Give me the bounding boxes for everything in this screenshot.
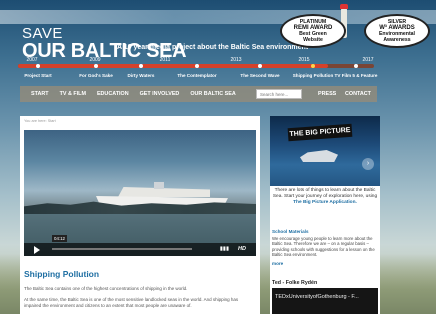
award-line4: Awareness	[383, 37, 411, 43]
volume-icon[interactable]: ▮▮▮	[220, 246, 229, 252]
chevron-right-icon[interactable]: ›	[362, 158, 374, 170]
timeline-year: 2017	[362, 57, 374, 63]
timeline-year: 2007	[26, 57, 38, 63]
timeline-year: 2013	[230, 57, 242, 63]
video-controls: 04:12 ▮▮▮ HD	[24, 235, 256, 256]
big-picture-banner[interactable]: THE BIG PICTURE ›	[270, 116, 380, 186]
sidebar: THE BIG PICTURE › There are lots of thin…	[270, 116, 380, 314]
article-paragraph: The Baltic Sea contains one of the highe…	[24, 286, 188, 291]
video-player[interactable]: 04:12 ▮▮▮ HD	[24, 130, 256, 256]
award-badge-silver-w3: SILVER W³ AWARDS Environmental Awareness	[364, 14, 430, 48]
nav-press[interactable]: PRESS	[318, 91, 336, 97]
big-picture-label: THE BIG PICTURE	[287, 123, 353, 142]
ted-heading: Ted - Folke Rydén	[272, 280, 318, 286]
timeline-dot[interactable]	[139, 64, 143, 68]
ted-video-title: TEDxUniversityofGothenburg - F...	[275, 294, 359, 300]
timeline-dot[interactable]	[258, 64, 262, 68]
video-seek-bar[interactable]	[52, 248, 192, 250]
ted-video-player[interactable]: TEDxUniversityofGothenburg - F...	[272, 288, 378, 314]
play-icon[interactable]	[34, 246, 40, 254]
breadcrumb: You are here: Start	[24, 119, 56, 123]
main-navigation: START TV & FILM EDUCATION GET INVOLVED O…	[20, 86, 377, 102]
timeline-year: 2011	[159, 57, 171, 63]
big-picture-text: There are lots of things to learn about …	[272, 188, 378, 199]
search-input[interactable]: Search here...	[256, 89, 302, 99]
school-materials-text: We encourage young people to learn more …	[272, 236, 375, 257]
article-paragraph: At the same time, the Baltic Sea is one …	[24, 297, 239, 308]
logo-line1: SAVE	[22, 25, 63, 42]
timeline-dot[interactable]	[36, 64, 40, 68]
timeline-year: 2015	[298, 57, 310, 63]
article-body: The Baltic Sea contains one of the highe…	[24, 286, 254, 309]
timeline-progress-fill	[18, 64, 328, 68]
timeline-episode-link[interactable]: Project Start	[8, 73, 68, 79]
page-title: Shipping Pollution	[24, 269, 100, 279]
big-picture-link[interactable]: The Big Picture Application.	[293, 200, 357, 205]
timeline-dot[interactable]	[354, 64, 358, 68]
boat-image	[300, 150, 338, 162]
nav-get-involved[interactable]: GET INVOLVED	[140, 91, 180, 97]
nav-contact[interactable]: CONTACT	[345, 91, 371, 97]
site-tagline: A 10 year media project about the Baltic…	[117, 44, 309, 51]
main-content: You are here: Start 04:12 ▮▮▮ HD Shippin…	[20, 116, 260, 314]
timeline-episode-link[interactable]: Dirty Waters	[111, 73, 171, 79]
award-line4: Website	[303, 37, 323, 43]
video-time: 04:12	[52, 235, 67, 242]
timeline-episode-link[interactable]: The Contemplator	[167, 73, 227, 79]
school-materials-title[interactable]: School Materials	[272, 229, 309, 234]
timeline-year: 2009	[89, 57, 101, 63]
nav-start[interactable]: START	[31, 91, 49, 97]
nav-tv-film[interactable]: TV & FILM	[60, 91, 86, 97]
timeline-episode-link[interactable]: The Second Wave	[230, 73, 290, 79]
timeline-episode-link[interactable]: TV Film 5 & Feature	[326, 73, 386, 79]
nav-our-baltic-sea[interactable]: OUR BALTIC SEA	[190, 91, 235, 97]
timeline-dot[interactable]	[195, 64, 199, 68]
hd-toggle[interactable]: HD	[238, 246, 246, 252]
timeline-dot[interactable]	[311, 64, 315, 68]
big-picture-description: There are lots of things to learn about …	[272, 188, 378, 206]
timeline-dot[interactable]	[94, 64, 98, 68]
more-link[interactable]: more	[272, 261, 283, 266]
award-badge-platinum-remi: PLATINUM REMI AWARD Best Green Website	[280, 14, 346, 48]
nav-education[interactable]: EDUCATION	[97, 91, 129, 97]
